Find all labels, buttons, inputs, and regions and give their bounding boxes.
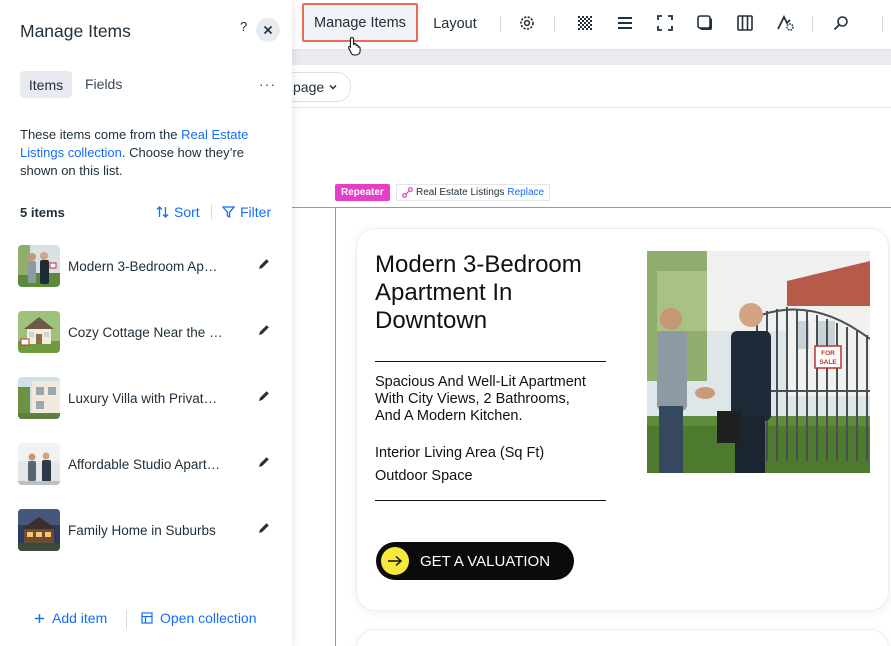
card-divider <box>375 500 606 501</box>
sort-icon <box>156 206 169 218</box>
replace-link[interactable]: Replace <box>507 187 544 198</box>
item-label: Family Home in Suburbs <box>68 522 216 538</box>
chevron-down-icon <box>329 84 337 90</box>
item-label: Luxury Villa with Private Pool <box>68 390 224 406</box>
pencil-icon[interactable] <box>257 521 271 535</box>
page-dropdown[interactable]: page <box>292 72 351 102</box>
item-label: Cozy Cottage Near the Lake <box>68 324 224 340</box>
sort-button[interactable]: Sort <box>156 204 200 220</box>
item-thumbnail <box>18 311 60 353</box>
open-collection-label: Open collection <box>160 610 257 626</box>
close-icon <box>263 25 273 35</box>
repeater-card[interactable] <box>357 630 888 646</box>
get-valuation-label: GET A VALUATION <box>420 552 551 570</box>
toolbar-divider <box>882 16 883 32</box>
intro-text: These items come from the <box>20 127 182 142</box>
item-thumbnail <box>18 509 60 551</box>
layout-button[interactable]: Layout <box>422 4 488 44</box>
settings-icon[interactable] <box>517 13 537 33</box>
breadcrumb-bar <box>292 65 891 108</box>
list-item[interactable]: Cozy Cottage Near the Lake <box>18 311 282 353</box>
item-label: Modern 3-Bedroom Apartment In Downtown <box>68 258 224 274</box>
item-label: Affordable Studio Apartment <box>68 456 224 472</box>
item-thumbnail <box>18 377 60 419</box>
table-icon <box>141 612 153 624</box>
filter-button[interactable]: Filter <box>222 204 271 220</box>
svg-text:SALE: SALE <box>819 359 837 366</box>
repeater-outline <box>292 207 891 208</box>
divider <box>126 610 127 629</box>
repeater-tag[interactable]: Repeater <box>335 184 390 201</box>
manage-items-panel: Manage Items ? Items Fields ··· These it… <box>0 0 292 646</box>
pencil-icon[interactable] <box>257 323 271 337</box>
list-item[interactable]: Luxury Villa with Private Pool <box>18 377 282 419</box>
add-item-button[interactable]: Add item <box>34 610 107 626</box>
repeater-card[interactable]: Modern 3-Bedroom Apartment In Downtown S… <box>357 229 888 610</box>
pencil-icon[interactable] <box>257 455 271 469</box>
card-description: Spacious And Well-Lit Apartment With Cit… <box>375 374 586 424</box>
toolbar-divider <box>554 16 555 32</box>
add-item-label: Add item <box>52 610 108 626</box>
page-dropdown-label: page <box>293 79 325 95</box>
hand-cursor-icon <box>348 36 361 56</box>
toolbar-divider <box>812 16 813 32</box>
list-icon[interactable] <box>615 13 635 33</box>
card-area-label: Interior Living Area (Sq Ft) <box>375 445 545 461</box>
item-thumbnail <box>18 443 60 485</box>
list-item[interactable]: Family Home in Suburbs <box>18 509 282 551</box>
top-toolbar: Manage Items Layout <box>292 0 891 50</box>
close-button[interactable] <box>256 18 280 42</box>
shadow-icon[interactable] <box>695 13 715 33</box>
repeater-collection-name: Real Estate Listings <box>416 187 505 198</box>
animation-icon[interactable] <box>775 13 795 33</box>
arrow-right-icon <box>381 547 409 575</box>
card-divider <box>375 361 606 362</box>
toolbar-divider <box>500 16 501 32</box>
stretch-icon[interactable] <box>655 13 675 33</box>
item-thumbnail <box>18 245 60 287</box>
filter-icon <box>222 206 235 218</box>
dataset-connect-icon <box>402 187 413 198</box>
collection-intro: These items come from the Real Estate Li… <box>20 126 280 180</box>
design-icon[interactable] <box>575 13 595 33</box>
filter-label: Filter <box>240 204 272 220</box>
columns-icon[interactable] <box>735 13 755 33</box>
divider <box>211 204 212 220</box>
repeater-connection-badge[interactable]: Real Estate Listings Replace <box>396 184 551 201</box>
tab-items[interactable]: Items <box>20 71 72 98</box>
item-count: 5 items <box>20 205 65 220</box>
list-item[interactable]: Affordable Studio Apartment <box>18 443 282 485</box>
tab-fields[interactable]: Fields <box>85 76 122 92</box>
card-image[interactable]: FOR SALE <box>647 251 870 473</box>
open-collection-button[interactable]: Open collection <box>141 610 257 626</box>
svg-text:FOR: FOR <box>821 350 835 357</box>
help-icon[interactable]: ? <box>240 19 247 34</box>
search-icon[interactable] <box>831 13 851 33</box>
pencil-icon[interactable] <box>257 389 271 403</box>
list-item[interactable]: Modern 3-Bedroom Apartment In Downtown <box>18 245 282 287</box>
more-options-icon[interactable]: ··· <box>259 76 276 92</box>
get-valuation-button[interactable]: GET A VALUATION <box>376 542 574 580</box>
pencil-icon[interactable] <box>257 257 271 271</box>
card-title: Modern 3-Bedroom Apartment In Downtown <box>375 251 582 334</box>
plus-icon <box>35 613 44 623</box>
card-outdoor-label: Outdoor Space <box>375 468 473 484</box>
panel-title: Manage Items <box>20 21 131 41</box>
sort-label: Sort <box>174 204 200 220</box>
repeater-outline <box>335 207 336 646</box>
